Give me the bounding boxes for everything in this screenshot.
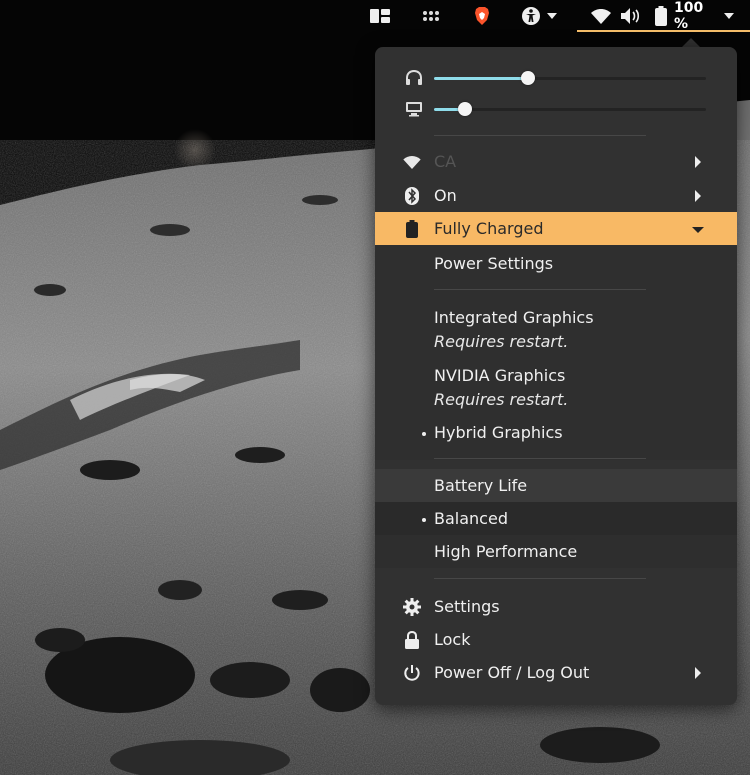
wifi-menu-item[interactable]: CA (375, 145, 737, 178)
slider-fill (434, 77, 529, 80)
accessibility-menu[interactable] (517, 4, 561, 28)
slider-track[interactable] (434, 102, 706, 116)
lock-icon (403, 631, 421, 649)
graphics-integrated-item[interactable]: Integrated Graphics Requires restart. (375, 301, 737, 355)
separator (434, 458, 646, 459)
bluetooth-icon (403, 187, 421, 205)
selected-dot (422, 518, 426, 522)
accessibility-icon (522, 7, 540, 25)
profile-high-performance-item[interactable]: High Performance (375, 535, 737, 568)
wifi-icon (590, 4, 612, 28)
profile-balanced-item[interactable]: Balanced (375, 502, 737, 535)
power-menu-item[interactable]: Fully Charged (375, 212, 737, 245)
power-off-menu-item[interactable]: Power Off / Log Out (375, 656, 737, 689)
display-icon (406, 102, 422, 117)
settings-label: Settings (434, 597, 500, 616)
wifi-network-label: CA (434, 152, 457, 171)
power-settings-label: Power Settings (434, 254, 554, 273)
app-grid-icon[interactable] (419, 4, 443, 28)
top-panel: 100 % (0, 0, 750, 32)
settings-menu-item[interactable]: Settings (375, 590, 737, 623)
graphics-hybrid-item[interactable]: Hybrid Graphics (375, 416, 737, 449)
graphics-mode-label: Hybrid Graphics (434, 423, 563, 442)
battery-icon (652, 4, 670, 28)
bluetooth-menu-item[interactable]: On (375, 179, 737, 212)
battery-percent: 100 % (674, 0, 704, 32)
slider-track[interactable] (434, 71, 706, 85)
headphones-icon (406, 70, 422, 85)
chevron-down-icon (547, 13, 557, 19)
chevron-right-icon (695, 667, 701, 679)
workspaces-icon[interactable] (368, 4, 392, 28)
gear-icon (403, 598, 421, 616)
chevron-right-icon (695, 156, 701, 168)
display-brightness-slider[interactable] (375, 97, 737, 121)
profile-label: Battery Life (434, 476, 528, 495)
power-icon (403, 664, 421, 682)
battery-icon (403, 220, 421, 238)
separator (434, 578, 646, 579)
graphics-nvidia-item[interactable]: NVIDIA Graphics Requires restart. (375, 359, 737, 413)
graphics-mode-label: NVIDIA Graphics (434, 366, 566, 385)
volume-icon (620, 4, 642, 28)
chevron-down-icon (692, 227, 704, 233)
system-menu-popup: CA On Fully Charged Power Settings Integ… (375, 47, 737, 705)
chevron-down-icon (722, 4, 736, 28)
wifi-icon (403, 153, 421, 171)
profile-battery-life-item[interactable]: Battery Life (375, 469, 737, 502)
profile-label: Balanced (434, 509, 508, 528)
separator (434, 135, 646, 136)
profile-label: High Performance (434, 542, 578, 561)
bluetooth-status-label: On (434, 186, 457, 205)
power-off-label: Power Off / Log Out (434, 663, 590, 682)
graphics-mode-label: Integrated Graphics (434, 308, 594, 327)
power-settings-item[interactable]: Power Settings (375, 247, 737, 280)
headphones-volume-slider[interactable] (375, 66, 737, 90)
graphics-mode-note: Requires restart. (434, 390, 569, 409)
brave-browser-icon[interactable] (470, 4, 494, 28)
power-status-label: Fully Charged (434, 219, 544, 238)
slider-knob[interactable] (521, 71, 535, 85)
graphics-mode-note: Requires restart. (434, 332, 569, 351)
lock-label: Lock (434, 630, 471, 649)
separator (434, 289, 646, 290)
selected-dot (422, 432, 426, 436)
chevron-right-icon (695, 190, 701, 202)
lock-menu-item[interactable]: Lock (375, 623, 737, 656)
slider-knob[interactable] (458, 102, 472, 116)
